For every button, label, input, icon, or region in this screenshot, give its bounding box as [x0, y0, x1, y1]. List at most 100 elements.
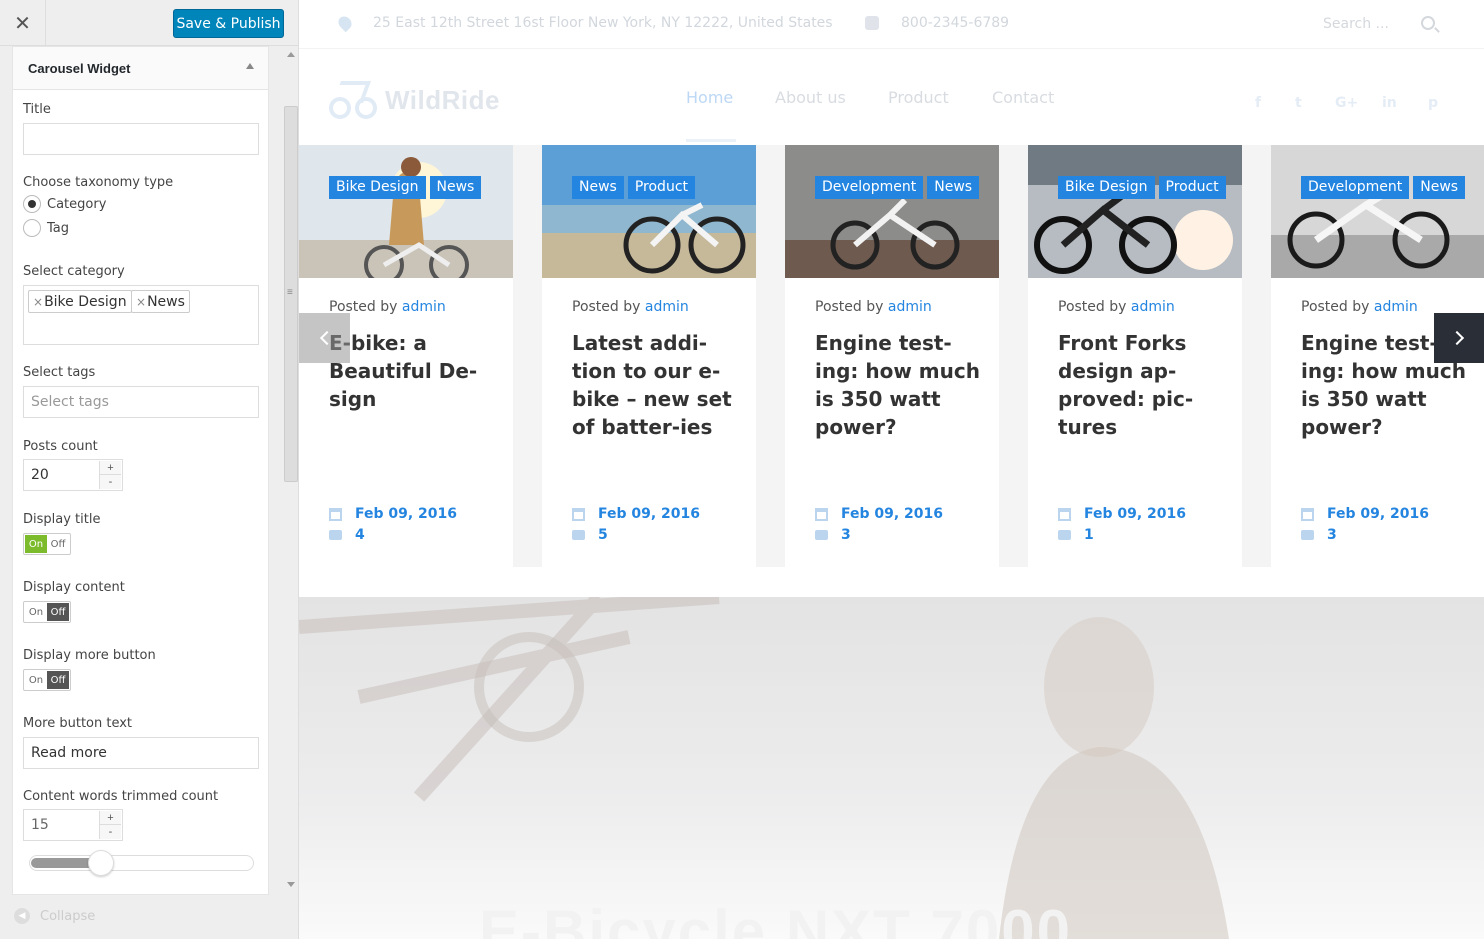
slider-handle[interactable] — [88, 850, 114, 876]
comment-count: 3 — [1327, 527, 1337, 543]
category-label: Select category — [23, 264, 125, 279]
posted-by-label: Posted by — [815, 299, 884, 315]
display-more-toggle[interactable]: On Off — [23, 669, 71, 691]
trim-count-stepper[interactable]: 15 + - — [23, 809, 123, 841]
post-card[interactable]: Development News Posted by admin Engine … — [785, 145, 999, 567]
post-title[interactable]: Engine test-ing: how much is 350 watt po… — [815, 329, 985, 441]
author-link[interactable]: admin — [402, 299, 446, 315]
trim-count-value[interactable]: 15 — [31, 817, 49, 833]
twitter-icon[interactable]: t — [1295, 95, 1302, 111]
category-chip[interactable]: × News — [131, 290, 190, 313]
save-publish-button[interactable]: Save & Publish — [173, 9, 284, 38]
author-link[interactable]: admin — [888, 299, 932, 315]
address-item: 25 East 12th Street 16st Floor New York,… — [335, 13, 833, 33]
sidebar-scrollbar[interactable] — [284, 46, 298, 895]
display-content-toggle[interactable]: On Off — [23, 601, 71, 623]
display-title-toggle[interactable]: On Off — [23, 533, 71, 555]
posted-by-label: Posted by — [572, 299, 641, 315]
site-logo[interactable]: WildRide — [329, 75, 500, 125]
radio-tag-label: Tag — [47, 220, 70, 236]
tag-label[interactable]: News — [1413, 176, 1466, 199]
author-link[interactable]: admin — [1131, 299, 1175, 315]
tag-label[interactable]: Product — [627, 176, 695, 199]
post-comments[interactable]: 5 — [572, 527, 608, 543]
toggle-on[interactable]: On — [25, 603, 47, 621]
google-plus-icon[interactable]: G+ — [1335, 95, 1358, 111]
nav-contact[interactable]: Contact — [992, 88, 1054, 107]
radio-button[interactable] — [23, 219, 41, 237]
linkedin-icon[interactable]: in — [1382, 95, 1397, 111]
collapse-button[interactable]: ◀ Collapse — [14, 908, 95, 924]
scroll-down-icon[interactable] — [287, 882, 295, 887]
phone-item: 800-2345-6789 — [865, 15, 1009, 31]
category-chip[interactable]: × Bike Design — [28, 290, 132, 313]
tag-label[interactable]: Product — [1158, 176, 1226, 199]
post-card[interactable]: News Product Posted by admin Latest addi… — [542, 145, 756, 567]
post-image[interactable] — [1271, 145, 1484, 278]
remove-icon[interactable]: × — [33, 295, 43, 309]
post-image[interactable] — [299, 145, 513, 278]
decrement-button[interactable]: - — [99, 825, 121, 839]
post-image[interactable] — [1028, 145, 1242, 278]
posted-by-label: Posted by — [1301, 299, 1370, 315]
radio-tag[interactable]: Tag — [23, 219, 69, 237]
post-card[interactable]: Bike Design Product Posted by admin Fron… — [1028, 145, 1242, 567]
tag-label[interactable]: Development — [1301, 176, 1410, 199]
carousel-next-button[interactable] — [1434, 313, 1484, 363]
close-icon[interactable]: ✕ — [0, 0, 46, 46]
increment-button[interactable]: + — [99, 811, 121, 825]
tag-label[interactable]: Development — [815, 176, 924, 199]
toggle-on[interactable]: On — [25, 671, 47, 689]
post-carousel: Bike Design News Posted by admin E-bike:… — [299, 145, 1484, 570]
title-input[interactable] — [23, 123, 259, 155]
radio-button[interactable] — [23, 195, 41, 213]
resize-grip-icon[interactable]: ≡ — [287, 287, 293, 298]
trim-slider[interactable] — [29, 850, 254, 876]
title-label: Title — [23, 102, 51, 117]
search-icon[interactable] — [1421, 16, 1435, 30]
tag-label[interactable]: News — [927, 176, 980, 199]
toggle-off[interactable]: Off — [47, 535, 69, 553]
date-text: Feb 09, 2016 — [1084, 506, 1187, 522]
tag-label[interactable]: News — [572, 176, 624, 199]
post-image[interactable] — [542, 145, 756, 278]
post-title[interactable]: E-bike: a Beautiful De-sign — [329, 329, 499, 413]
post-comments[interactable]: 4 — [329, 527, 365, 543]
post-title[interactable]: Front Forks design ap-proved: pic-tures — [1058, 329, 1228, 441]
category-select[interactable]: × Bike Design × News — [23, 285, 259, 345]
more-text-label: More button text — [23, 716, 133, 731]
author-link[interactable]: admin — [645, 299, 689, 315]
post-date: Feb 09, 2016 — [1058, 506, 1186, 522]
posts-count-stepper[interactable]: 20 + - — [23, 459, 123, 491]
post-comments[interactable]: 3 — [815, 527, 851, 543]
posts-count-value[interactable]: 20 — [31, 467, 49, 483]
tag-label[interactable]: Bike Design — [329, 176, 426, 199]
increment-button[interactable]: + — [99, 461, 121, 475]
toggle-off[interactable]: Off — [47, 603, 69, 621]
collapse-arrow-icon[interactable] — [246, 63, 254, 69]
tag-label[interactable]: News — [429, 176, 482, 199]
author-link[interactable]: admin — [1374, 299, 1418, 315]
post-title[interactable]: Latest addi-tion to our e-bike – new set… — [572, 329, 742, 441]
radio-category[interactable]: Category — [23, 195, 106, 213]
tags-select[interactable]: Select tags — [23, 386, 259, 418]
facebook-icon[interactable]: f — [1255, 95, 1261, 111]
tag-label[interactable]: Bike Design — [1058, 176, 1155, 199]
toggle-off[interactable]: Off — [47, 671, 69, 689]
nav-home[interactable]: Home — [686, 88, 733, 107]
search-input[interactable]: Search ... — [1323, 16, 1389, 32]
scroll-up-icon[interactable] — [287, 52, 295, 57]
post-image[interactable] — [785, 145, 999, 278]
nav-about-us[interactable]: About us — [775, 88, 846, 107]
post-comments[interactable]: 3 — [1301, 527, 1337, 543]
decrement-button[interactable]: - — [99, 475, 121, 489]
widget-header[interactable]: Carousel Widget — [13, 47, 268, 90]
post-comments[interactable]: 1 — [1058, 527, 1094, 543]
remove-icon[interactable]: × — [136, 295, 146, 309]
pinterest-icon[interactable]: p — [1428, 95, 1438, 111]
more-text-input[interactable]: Read more — [23, 737, 259, 769]
posted-by: Posted by admin — [1301, 299, 1418, 315]
nav-product[interactable]: Product — [888, 88, 949, 107]
carousel-prev-button[interactable] — [299, 313, 350, 363]
toggle-on[interactable]: On — [25, 535, 47, 553]
